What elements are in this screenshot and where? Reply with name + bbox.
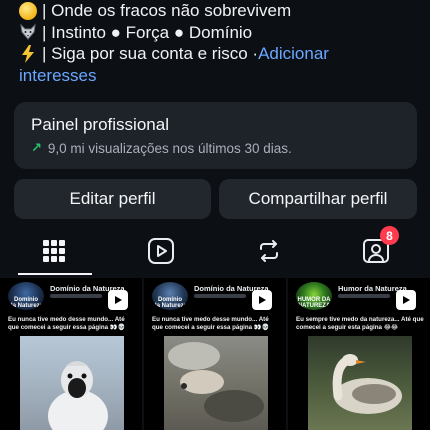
post-photo-goose <box>308 336 412 430</box>
professional-dashboard[interactable]: Painel profissional ↗ 9,0 mi visualizaçõ… <box>14 102 417 169</box>
play-icon <box>396 290 416 310</box>
play-icon <box>108 290 128 310</box>
add-interests-link[interactable]: Adicionar <box>258 43 329 65</box>
trend-up-arrow-icon: ↗ <box>31 140 42 155</box>
post-photo-animals <box>164 336 268 430</box>
post-page-handle <box>194 294 246 298</box>
post-tile[interactable]: Domínio da Natureza Domínio da Natureza E… <box>0 278 142 430</box>
bio-text-1: | Onde os fracos não sobrevivem <box>42 1 292 20</box>
tab-reposts[interactable] <box>215 228 322 273</box>
post-grid: Domínio da Natureza Domínio da Natureza E… <box>0 278 430 430</box>
post-page-handle <box>338 294 390 298</box>
page-logo: HUMOR DA NATUREZA <box>296 282 332 310</box>
post-caption: Eu nunca tive medo desse mundo... Até qu… <box>8 316 126 331</box>
grid-icon <box>42 239 65 262</box>
post-caption: Eu nunca tive medo desse mundo... Até qu… <box>152 316 270 331</box>
tab-grid[interactable] <box>0 228 107 273</box>
page-logo: Domínio da Natureza <box>8 282 44 310</box>
sun-emoji-icon <box>19 1 37 20</box>
post-tile[interactable]: HUMOR DA NATUREZA Humor da Natureza Eu se… <box>288 278 430 430</box>
panel-subtitle: 9,0 mi visualizações nos últimos 30 dias… <box>47 140 292 156</box>
reels-icon <box>147 237 174 264</box>
profile-bio: | Onde os fracos não sobrevivem | Instin… <box>19 0 424 86</box>
share-profile-button[interactable]: Compartilhar perfil <box>219 179 417 219</box>
post-photo-bird <box>20 336 124 430</box>
notification-badge: 8 <box>380 226 399 245</box>
post-header: HUMOR DA NATUREZA Humor da Natureza <box>296 282 424 310</box>
post-caption: Eu sempre tive medo da natureza... Até q… <box>296 316 424 331</box>
play-icon <box>252 290 272 310</box>
active-tab-indicator <box>18 273 92 275</box>
post-header: Domínio da Natureza Domínio da Natureza <box>8 282 136 310</box>
wolf-emoji-icon <box>19 23 37 41</box>
bio-line-1: | Onde os fracos não sobrevivem <box>19 0 424 22</box>
logo-text-2: da Natureza <box>8 303 43 309</box>
repost-icon <box>259 239 278 262</box>
post-page-handle <box>50 294 102 298</box>
edit-profile-button[interactable]: Editar perfil <box>14 179 211 219</box>
bio-line-4: interesses <box>19 65 424 87</box>
tab-reels[interactable] <box>107 228 214 273</box>
panel-subtitle-row: ↗ 9,0 mi visualizações nos últimos 30 di… <box>31 140 400 156</box>
logo-text-2: NATUREZA <box>297 303 331 309</box>
tab-tagged[interactable] <box>322 228 429 273</box>
post-header: Domínio da Natureza Domínio da Natureza <box>152 282 280 310</box>
bio-line-2: | Instinto ● Força ● Domínio <box>19 22 424 44</box>
panel-title: Painel profissional <box>31 115 169 134</box>
add-interests-link-continued[interactable]: interesses <box>19 65 96 87</box>
profile-tabs: 8 <box>0 226 430 276</box>
page-logo: Domínio da Natureza <box>152 282 188 310</box>
bio-line-3: | Siga por sua conta e risco · Adicionar <box>19 43 424 65</box>
bio-text-2: | Instinto ● Força ● Domínio <box>42 22 253 42</box>
post-tile[interactable]: Domínio da Natureza Domínio da Natureza E… <box>144 278 286 430</box>
bio-text-3: | Siga por sua conta e risco · <box>42 44 259 63</box>
lightning-emoji-icon <box>19 44 37 63</box>
logo-text-2: da Natureza <box>152 303 187 309</box>
